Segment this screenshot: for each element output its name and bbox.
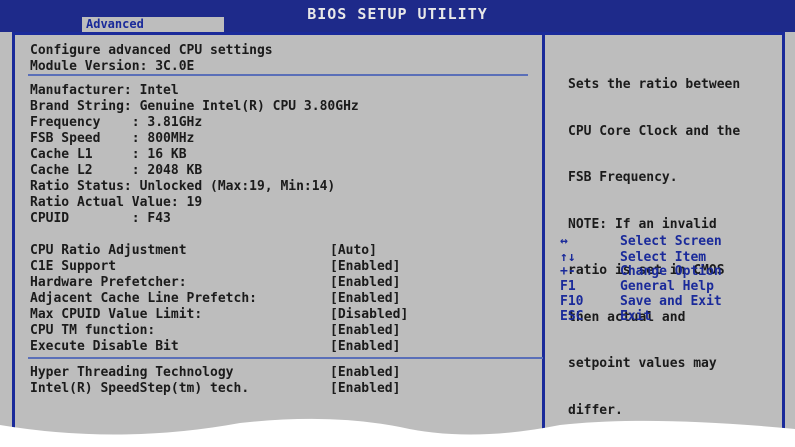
setting-label-speedstep[interactable]: Intel(R) SpeedStep(tm) tech. bbox=[30, 382, 249, 396]
info-manufacturer: Manufacturer: Intel bbox=[30, 83, 179, 98]
key-hint-save-exit: Save and Exit bbox=[620, 294, 722, 309]
key-hint-change-option: Change Option bbox=[620, 264, 722, 279]
help-line: then actual and bbox=[568, 309, 686, 325]
key-hint-select-item: Select Item bbox=[620, 250, 707, 265]
setting-value-c1e[interactable]: [Enabled] bbox=[330, 260, 400, 274]
arrow-up-down-icon: ↑↓ bbox=[560, 250, 576, 265]
key-hint-select-screen: Select Screen bbox=[620, 234, 722, 249]
setting-value-cpu-ratio[interactable]: [Auto] bbox=[330, 244, 377, 258]
info-brand-string: Brand String: Genuine Intel(R) CPU 3.80G… bbox=[30, 99, 359, 114]
info-cache-l2: Cache L2 : 2048 KB bbox=[30, 163, 203, 178]
setting-value-execute-disable[interactable]: [Enabled] bbox=[330, 340, 400, 354]
setting-value-speedstep[interactable]: [Enabled] bbox=[330, 382, 400, 396]
help-line: FSB Frequency. bbox=[568, 170, 678, 185]
help-line: NOTE: If an invalid bbox=[568, 216, 717, 232]
setting-label-hw-prefetcher[interactable]: Hardware Prefetcher: bbox=[30, 276, 187, 290]
key-hint-exit: Exit bbox=[620, 309, 652, 324]
setting-label-max-cpuid[interactable]: Max CPUID Value Limit: bbox=[30, 308, 202, 322]
info-ratio-actual: Ratio Actual Value: 19 bbox=[30, 195, 203, 210]
info-frequency: Frequency : 3.81GHz bbox=[30, 115, 203, 130]
help-line: setpoint values may bbox=[568, 356, 717, 371]
key-hint-general-help: General Help bbox=[620, 279, 714, 294]
help-line: CPU Core Clock and the bbox=[568, 123, 741, 139]
key-f10: F10 bbox=[560, 294, 584, 309]
tab-advanced[interactable]: Advanced bbox=[82, 17, 224, 32]
help-line: Sets the ratio between bbox=[568, 77, 741, 92]
key-f1: F1 bbox=[560, 279, 576, 294]
setting-value-hyper-threading[interactable]: [Enabled] bbox=[330, 366, 400, 380]
setting-label-hyper-threading[interactable]: Hyper Threading Technology bbox=[30, 366, 234, 380]
arrow-left-right-icon: ↔ bbox=[560, 234, 568, 249]
setting-label-c1e[interactable]: C1E Support bbox=[30, 260, 116, 274]
separator bbox=[28, 357, 543, 359]
module-version: Module Version: 3C.0E bbox=[30, 59, 195, 74]
page-curl-decoration bbox=[0, 418, 795, 447]
key-esc: ESC bbox=[560, 309, 584, 324]
section-heading: Configure advanced CPU settings bbox=[30, 43, 273, 58]
info-ratio-status: Ratio Status: Unlocked (Max:19, Min:14) bbox=[30, 179, 336, 194]
setting-value-max-cpuid[interactable]: [Disabled] bbox=[330, 308, 408, 322]
setting-label-adjacent-cache[interactable]: Adjacent Cache Line Prefetch: bbox=[30, 292, 257, 306]
setting-label-execute-disable[interactable]: Execute Disable Bit bbox=[30, 340, 179, 354]
setting-label-cpu-ratio[interactable]: CPU Ratio Adjustment bbox=[30, 244, 187, 258]
separator bbox=[28, 74, 528, 76]
title-bar: BIOS SETUP UTILITY Advanced bbox=[0, 0, 795, 32]
setting-value-cpu-tm[interactable]: [Enabled] bbox=[330, 324, 400, 338]
info-cpuid: CPUID : F43 bbox=[30, 211, 171, 226]
setting-label-cpu-tm[interactable]: CPU TM function: bbox=[30, 324, 155, 338]
setting-value-hw-prefetcher[interactable]: [Enabled] bbox=[330, 276, 400, 290]
panel-divider bbox=[542, 32, 545, 447]
plus-minus-icon: +- bbox=[560, 264, 576, 279]
info-fsb-speed: FSB Speed : 800MHz bbox=[30, 131, 195, 146]
info-cache-l1: Cache L1 : 16 KB bbox=[30, 147, 187, 162]
setting-value-adjacent-cache[interactable]: [Enabled] bbox=[330, 292, 400, 306]
